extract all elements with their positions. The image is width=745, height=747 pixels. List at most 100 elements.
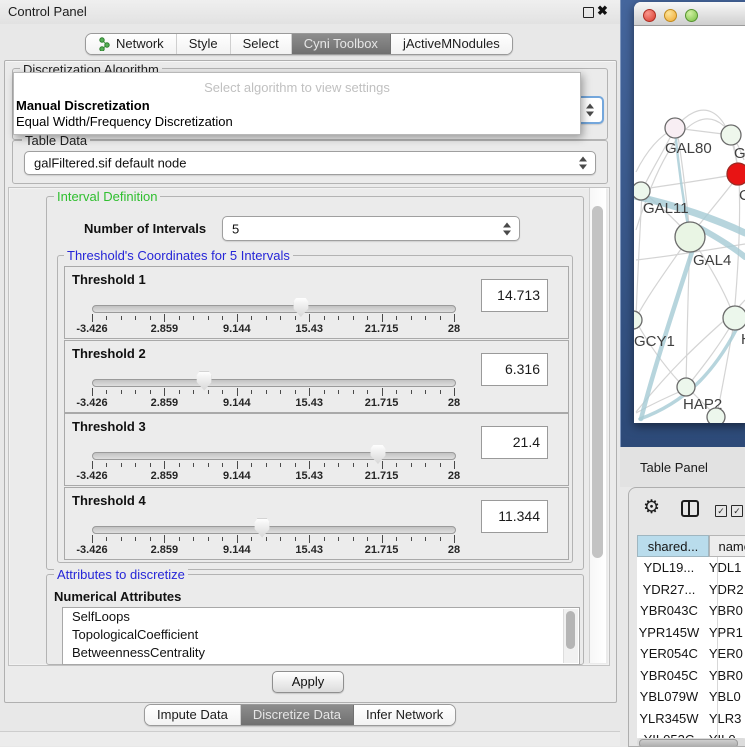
list-vertical-scrollbar[interactable] <box>563 609 578 663</box>
tab-style[interactable]: Style <box>177 34 231 54</box>
network-node-gal80[interactable] <box>665 118 685 138</box>
network-view-window[interactable]: GAL80GACGAL11GAL4GCY1HHAP2 <box>634 2 745 423</box>
tab-select[interactable]: Select <box>231 34 292 54</box>
cell-shared-name[interactable]: YBR045C <box>637 665 701 687</box>
threshold-4-value-field[interactable]: 11.344 <box>481 500 548 533</box>
table-row[interactable]: YDR27...YDR2 <box>637 579 745 601</box>
table-horizontal-scrollbar[interactable] <box>637 738 745 747</box>
close-icon[interactable]: ✖ <box>597 3 608 19</box>
float-panel-icon[interactable] <box>583 7 594 18</box>
threshold-4-slider-track[interactable] <box>92 526 456 534</box>
tick-mark <box>251 463 252 467</box>
threshold-2-slider-track[interactable] <box>92 379 456 387</box>
network-canvas[interactable]: GAL80GACGAL11GAL4GCY1HHAP2 <box>634 25 745 423</box>
cell-name[interactable]: YBR0 <box>701 665 745 687</box>
table-row[interactable]: YIL052CYIL0 <box>637 729 745 738</box>
threshold-2-value-field[interactable]: 6.316 <box>481 353 548 386</box>
cell-shared-name[interactable]: YPR145W <box>637 622 701 644</box>
dropdown-item-manual-discretization[interactable]: Manual Discretization <box>16 98 150 113</box>
table-row[interactable]: YBR043CYBR0 <box>637 600 745 622</box>
table-row[interactable]: YLR345WYLR3 <box>637 708 745 730</box>
tick-mark <box>411 390 412 394</box>
tick-mark <box>222 316 223 320</box>
network-edge[interactable] <box>642 128 675 191</box>
cell-shared-name[interactable]: YLR345W <box>637 708 701 730</box>
tab-discretize-data[interactable]: Discretize Data <box>241 705 354 725</box>
cell-name[interactable]: YDR2 <box>701 579 745 601</box>
network-node-c[interactable] <box>727 163 745 185</box>
network-node-unlabeled[interactable] <box>707 408 725 423</box>
scrollbar-thumb[interactable] <box>566 611 575 649</box>
network-node-gcy1[interactable] <box>634 311 642 329</box>
tick-label: 21.715 <box>365 323 399 335</box>
table-row[interactable]: YBR045CYBR0 <box>637 665 745 687</box>
tick-mark <box>193 316 194 320</box>
cell-name[interactable]: YLR3 <box>701 708 745 730</box>
attribute-list-item[interactable]: TopologicalCoefficient <box>63 626 579 644</box>
cell-name[interactable]: YIL0 <box>701 729 745 738</box>
attribute-list-item[interactable]: BetweennessCentrality <box>63 644 579 662</box>
table-row[interactable]: YER054CYER0 <box>637 643 745 665</box>
cell-name[interactable]: YDL1 <box>701 557 745 579</box>
table-row[interactable]: YDL19...YDL1 <box>637 557 745 579</box>
tab-impute-data[interactable]: Impute Data <box>145 705 241 725</box>
cell-shared-name[interactable]: YBR043C <box>637 600 701 622</box>
settings-vertical-scrollbar[interactable] <box>589 188 606 663</box>
network-node-h[interactable] <box>723 306 745 330</box>
scrollbar-thumb[interactable] <box>592 206 603 558</box>
network-window-titlebar[interactable] <box>634 2 745 26</box>
cell-shared-name[interactable]: YBL079W <box>637 686 701 708</box>
number-of-intervals-value: 5 <box>232 221 239 236</box>
attribute-list-item[interactable]: SelfLoops <box>63 608 579 626</box>
threshold-1-slider-track[interactable] <box>92 305 456 313</box>
checkbox-icon[interactable]: ✓ <box>715 505 727 517</box>
minimize-traffic-light-icon[interactable] <box>664 9 677 22</box>
tab-jactivemnodules[interactable]: jActiveMNodules <box>391 34 512 54</box>
tick-label: 15.43 <box>295 397 323 409</box>
cell-name[interactable]: YBR0 <box>701 600 745 622</box>
threshold-3-value-field[interactable]: 21.4 <box>481 426 548 459</box>
cell-shared-name[interactable]: YDL19... <box>637 557 701 579</box>
dropdown-item-equal-width-frequency[interactable]: Equal Width/Frequency Discretization <box>16 114 233 129</box>
cell-name[interactable]: YER0 <box>701 643 745 665</box>
cell-shared-name[interactable]: YIL052C <box>637 729 701 738</box>
tab-network[interactable]: Network <box>86 34 177 54</box>
tab-cyni-toolbox[interactable]: Cyni Toolbox <box>292 34 391 54</box>
column-header-name[interactable]: name <box>709 535 745 557</box>
cell-name[interactable]: YBL0 <box>701 686 745 708</box>
slider-tick-labels: -3.4262.8599.14415.4321.71528 <box>92 470 454 482</box>
column-layout-icon[interactable] <box>681 500 699 517</box>
cell-name[interactable]: YPR1 <box>701 622 745 644</box>
tick-label: 15.43 <box>295 470 323 482</box>
table-row[interactable]: YPR145WYPR1 <box>637 622 745 644</box>
checkbox-icon[interactable]: ✓ <box>731 505 743 517</box>
numerical-attributes-list[interactable]: SelfLoopsTopologicalCoefficientBetweenne… <box>62 607 580 665</box>
threshold-3-slider-track[interactable] <box>92 452 456 460</box>
scrollbar-thumb[interactable] <box>639 739 738 747</box>
gear-icon[interactable]: ⚙ <box>643 496 660 519</box>
apply-button[interactable]: Apply <box>272 671 344 693</box>
close-traffic-light-icon[interactable] <box>643 9 656 22</box>
network-node-ga[interactable] <box>721 125 741 145</box>
table-rows[interactable]: YDL19...YDL1YDR27...YDR2YBR043CYBR0YPR14… <box>637 557 745 738</box>
table-panel-titlebar: Table Panel <box>620 447 745 487</box>
tab-infer-network[interactable]: Infer Network <box>354 705 455 725</box>
threshold-2-box: Threshold 2 -3.4262.8599.14415.4321.7152… <box>64 340 569 413</box>
threshold-1-value-field[interactable]: 14.713 <box>481 279 548 312</box>
cell-shared-name[interactable]: YER054C <box>637 643 701 665</box>
column-header-shared-name[interactable]: shared... <box>637 535 709 557</box>
tick-mark <box>222 537 223 541</box>
network-edge[interactable] <box>636 239 688 318</box>
cell-shared-name[interactable]: YDR27... <box>637 579 701 601</box>
zoom-traffic-light-icon[interactable] <box>685 9 698 22</box>
number-of-intervals-combobox[interactable]: 5 <box>222 216 520 241</box>
network-node-gal11[interactable] <box>634 182 650 200</box>
table-row[interactable]: YBL079WYBL0 <box>637 686 745 708</box>
network-edge[interactable] <box>643 174 737 189</box>
table-data-combobox[interactable]: galFiltered.sif default node <box>24 151 596 175</box>
tick-mark <box>237 388 238 396</box>
network-edge[interactable] <box>636 193 642 318</box>
network-node-gal4[interactable] <box>675 222 705 252</box>
network-node-hap2[interactable] <box>677 378 695 396</box>
tick-mark <box>324 390 325 394</box>
